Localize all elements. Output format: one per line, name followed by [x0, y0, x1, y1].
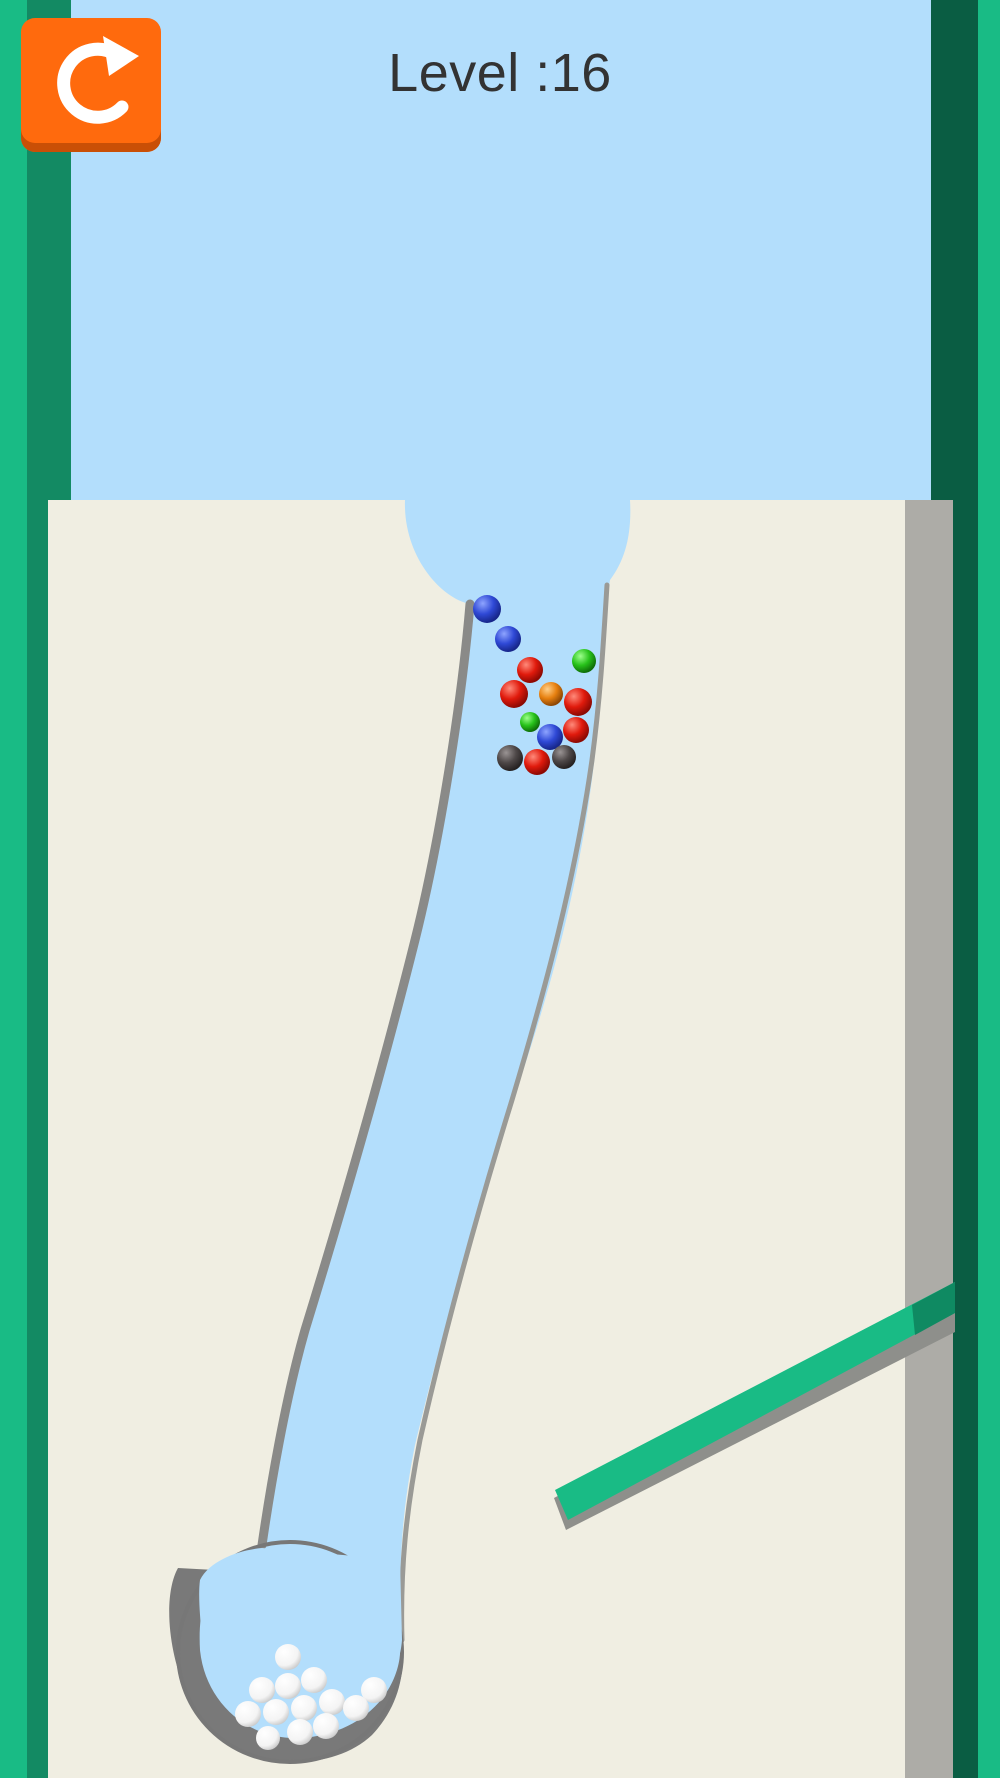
ball-red: [524, 749, 550, 775]
ball-white: [249, 1677, 275, 1703]
ball-white: [287, 1719, 313, 1745]
ball-white: [275, 1673, 301, 1699]
ball-white: [235, 1701, 261, 1727]
ball-white: [256, 1726, 280, 1750]
restart-button[interactable]: [21, 18, 161, 152]
game-scene: [0, 0, 1000, 1778]
ball-white: [275, 1644, 301, 1670]
ball-white: [343, 1695, 369, 1721]
ball-red: [500, 680, 528, 708]
ball-green: [520, 712, 540, 732]
ball-blue: [473, 595, 501, 623]
ball-red: [564, 688, 592, 716]
ball-red: [517, 657, 543, 683]
ball-red: [563, 717, 589, 743]
ball-white: [313, 1713, 339, 1739]
ball-blue: [495, 626, 521, 652]
ball-white: [263, 1699, 289, 1725]
ball-orange: [539, 682, 563, 706]
ball-white: [291, 1695, 317, 1721]
ball-white: [319, 1689, 345, 1715]
restart-arrow-icon: [57, 36, 139, 124]
ball-white: [301, 1667, 327, 1693]
ball-dark-gray: [552, 745, 576, 769]
ball-dark-gray: [497, 745, 523, 771]
ball-green: [572, 649, 596, 673]
right-side-shadow: [905, 500, 953, 1778]
